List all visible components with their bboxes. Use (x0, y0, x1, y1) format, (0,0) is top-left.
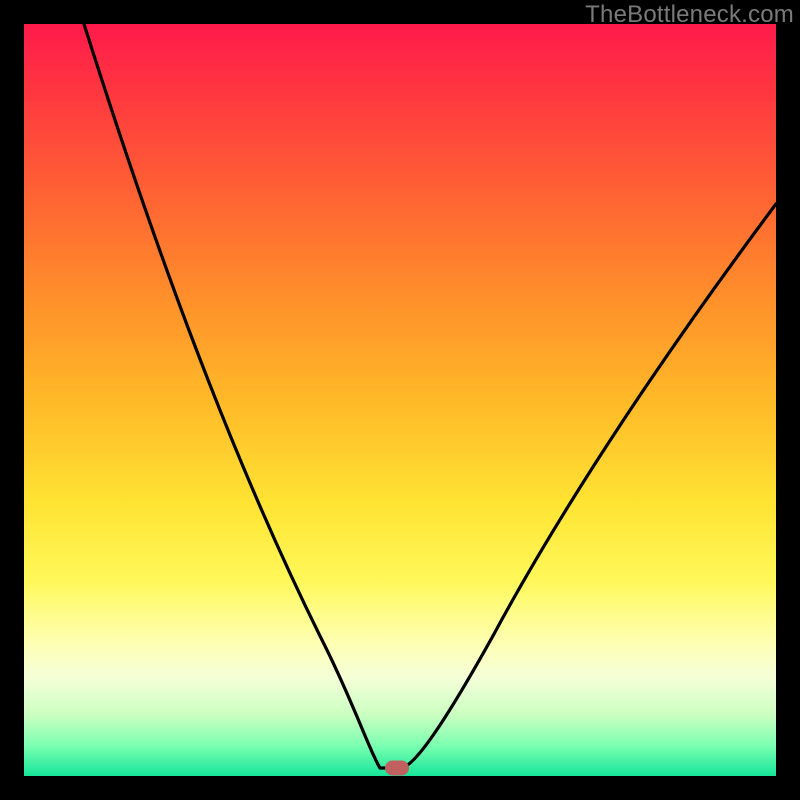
bottleneck-curve (24, 24, 776, 776)
plot-area (24, 24, 776, 776)
watermark-text: TheBottleneck.com (585, 1, 794, 29)
curve-path (84, 24, 776, 768)
chart-frame: TheBottleneck.com (0, 0, 800, 800)
optimal-point-marker (385, 761, 409, 776)
